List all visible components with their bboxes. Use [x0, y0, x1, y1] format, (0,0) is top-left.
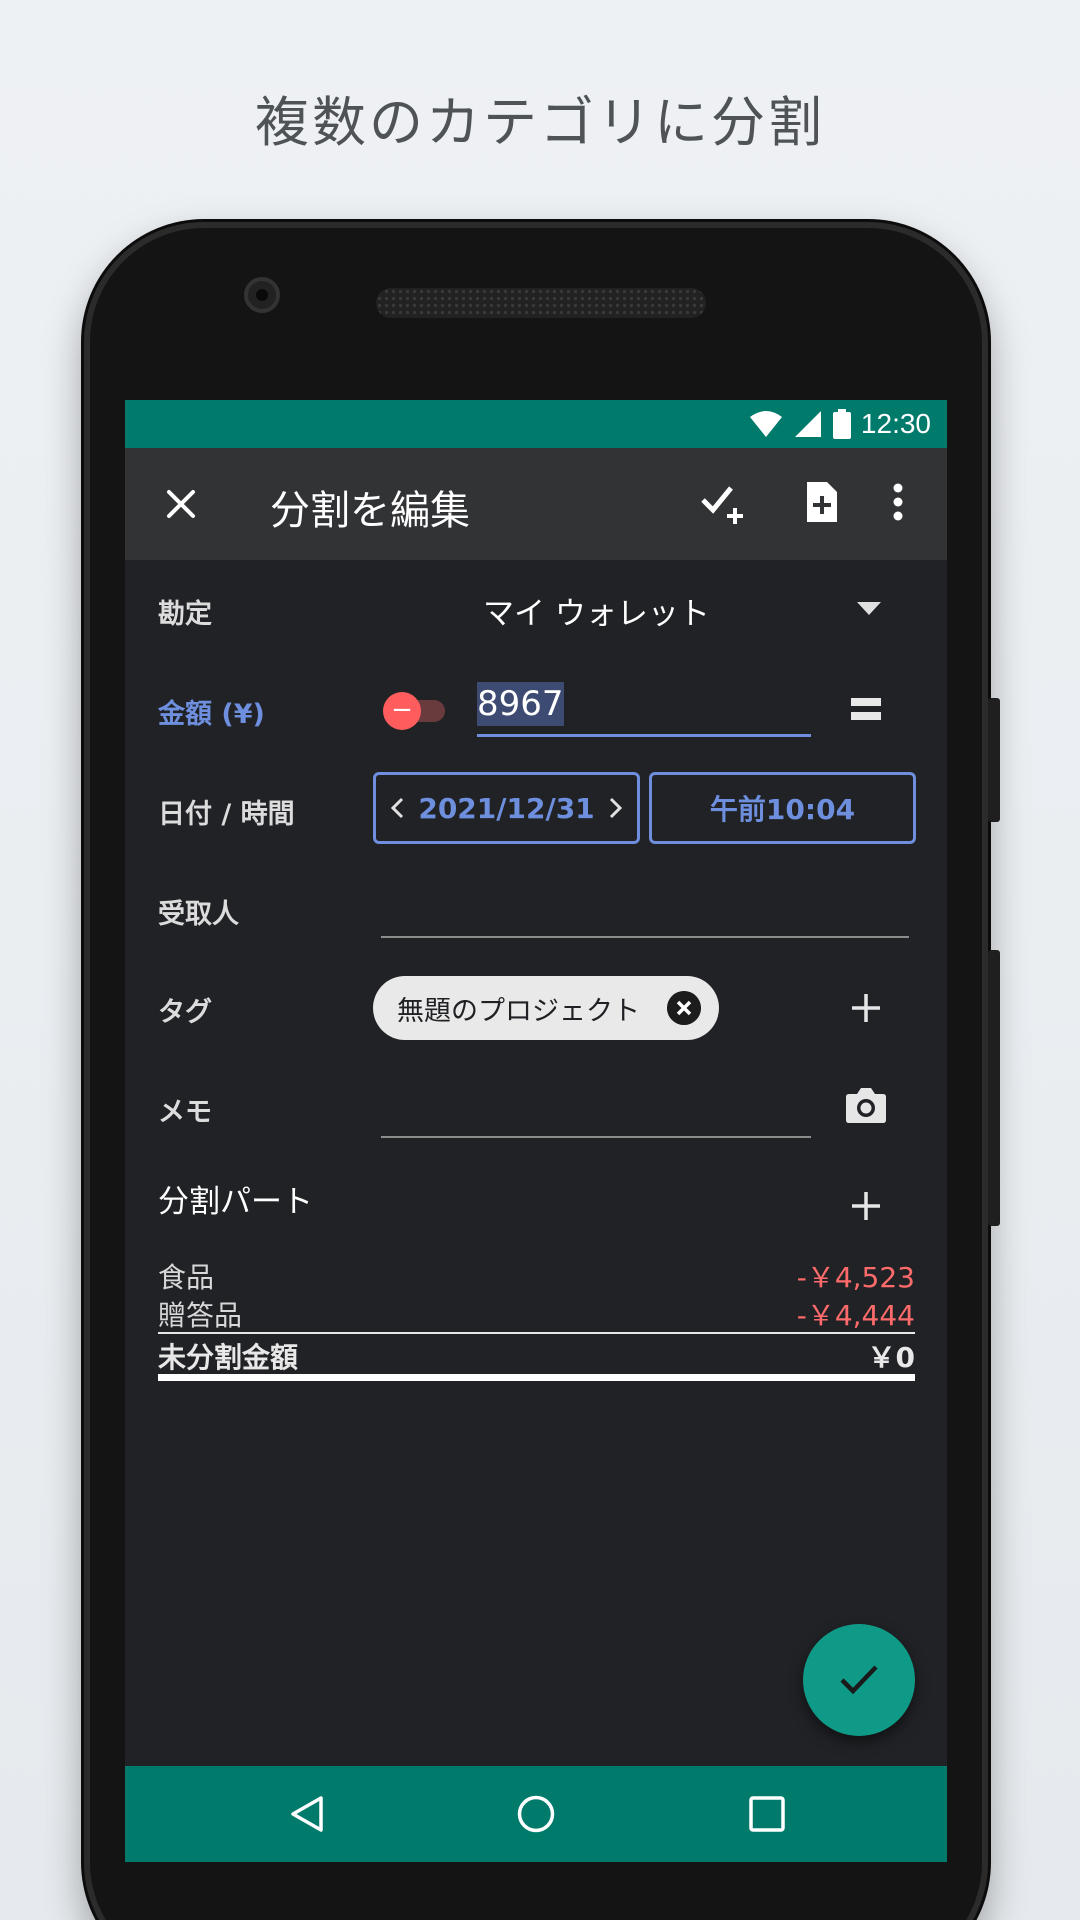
tags-label: タグ [158, 997, 212, 1028]
chevron-right-icon[interactable] [609, 797, 623, 819]
amount-label: 金額 (¥) [158, 699, 265, 730]
split-row[interactable]: 贈答品 -￥4,444 [125, 1294, 947, 1332]
unsplit-row: 未分割金額 ￥0 [125, 1336, 947, 1376]
split-category: 食品 [158, 1261, 215, 1294]
split-amount: -￥4,523 [796, 1261, 915, 1294]
wifi-icon [749, 411, 782, 437]
amount-input[interactable]: 8967 [477, 682, 811, 738]
status-bar: 12:30 [125, 400, 947, 448]
account-value: マイ ウォレット [483, 596, 710, 632]
volume-button [988, 698, 1000, 822]
chevron-left-icon[interactable] [390, 797, 404, 819]
toggle-thumb: − [383, 692, 421, 730]
add-tag-icon[interactable] [850, 992, 882, 1024]
payee-input[interactable] [381, 880, 909, 936]
amount-value: 8967 [477, 682, 564, 726]
earpiece-speaker [376, 288, 706, 318]
power-button [988, 950, 1000, 1226]
check-add-icon[interactable] [699, 478, 747, 526]
payee-label: 受取人 [158, 899, 239, 930]
back-nav-icon[interactable] [287, 1794, 327, 1834]
split-divider [158, 1332, 915, 1334]
split-row[interactable]: 食品 -￥4,523 [125, 1256, 947, 1294]
app-screen: 12:30 分割を編集 勘定 マイ ウォレット 金額 (¥) − 8967 日付… [125, 400, 947, 1862]
split-amount: -￥4,444 [796, 1299, 915, 1332]
memo-label: メモ [158, 1097, 212, 1128]
split-category: 贈答品 [158, 1299, 243, 1332]
new-document-icon[interactable] [797, 478, 845, 526]
date-value: 2021/12/31 [418, 791, 595, 825]
time-value: 午前10:04 [709, 793, 856, 826]
check-icon [840, 1665, 878, 1695]
save-fab[interactable] [803, 1624, 915, 1736]
recents-nav-icon[interactable] [747, 1794, 787, 1834]
unsplit-bar [158, 1374, 915, 1381]
app-toolbar: 分割を編集 [125, 448, 947, 560]
memo-underline [381, 1136, 811, 1138]
battery-icon [832, 409, 851, 439]
amount-underline [477, 734, 811, 737]
date-picker[interactable]: 2021/12/31 [373, 772, 640, 844]
time-picker[interactable]: 午前10:04 [649, 772, 916, 844]
tag-chip-label: 無題のプロジェクト [397, 995, 640, 1027]
payee-underline [381, 936, 909, 938]
sign-toggle[interactable]: − [383, 692, 445, 730]
calculator-equals-icon[interactable] [849, 694, 883, 726]
memo-input[interactable] [381, 1080, 811, 1136]
split-parts-title: 分割パート [158, 1184, 313, 1220]
toolbar-title: 分割を編集 [270, 488, 470, 534]
cell-signal-icon [794, 411, 821, 437]
add-split-icon[interactable] [850, 1190, 882, 1222]
more-vert-icon[interactable] [883, 478, 913, 526]
account-label: 勘定 [158, 599, 212, 630]
nav-bar [125, 1766, 947, 1862]
unsplit-label: 未分割金額 [158, 1341, 299, 1374]
home-nav-icon[interactable] [516, 1794, 556, 1834]
datetime-label: 日付 / 時間 [158, 799, 295, 830]
tag-chip[interactable]: 無題のプロジェクト [373, 976, 719, 1040]
headline: 複数のカテゴリに分割 [255, 91, 825, 154]
front-camera [244, 277, 280, 313]
camera-icon[interactable] [845, 1086, 887, 1124]
account-select[interactable]: マイ ウォレット [483, 582, 903, 632]
dropdown-arrow-icon [857, 602, 881, 615]
remove-tag-icon[interactable] [667, 991, 701, 1025]
unsplit-amount: ￥0 [867, 1341, 915, 1374]
status-time: 12:30 [860, 408, 931, 439]
close-icon[interactable] [159, 482, 203, 526]
